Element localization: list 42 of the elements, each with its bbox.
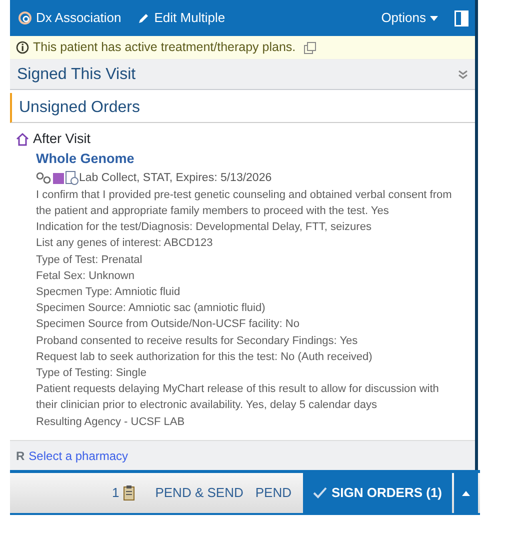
detail-text: Specmen Type: Amniotic fluid [36, 284, 182, 300]
section-header[interactable]: Unsigned Orders [10, 93, 475, 123]
house-icon [16, 132, 29, 146]
copy-icon[interactable] [304, 42, 316, 54]
detail-text: I confirm that I provided pre-test genetic counseling and obtained verbal consent from the patient and appropriate family members to proceed with the test. Yes [36, 188, 453, 219]
pencil-icon [137, 12, 150, 24]
options-dropdown[interactable]: Options [381, 8, 438, 28]
detail-text: Specimen Source: Amniotic sac (amniotic fluid) [36, 301, 266, 316]
banner-text: This patient has active treatment/therapy plans. [33, 39, 296, 56]
detail-text: Request lab to seek authorization for this the test: No (Auth received) [36, 350, 374, 365]
detail-text: Patient requests delaying MyChart release of this result to allow for discussion with their clinician prior to electronic availability. Yes, delay 5 calendar days [36, 382, 440, 414]
document-icon [65, 171, 79, 186]
detail-text: Type of Testing: Single [36, 366, 148, 381]
order-name[interactable]: Whole Genome [36, 149, 475, 170]
circles-icon [36, 172, 52, 184]
detail-text: Proband consented to receive results for Secondary Findings: Yes [36, 334, 359, 349]
order-summary: Lab Collect, STAT, Expires: 5/13/2026 [79, 170, 272, 186]
check-icon [313, 487, 328, 499]
detail-text: List any genes of interest: ABCD123 [36, 236, 214, 252]
info-icon [16, 41, 29, 54]
group-title: After Visit [33, 130, 91, 148]
sign-orders-button[interactable]: SIGN ORDERS (1) [303, 473, 452, 513]
pend-send-button[interactable]: PEND & SEND [149, 483, 250, 503]
link-circles-icon [18, 11, 32, 25]
pend-button[interactable]: PEND [249, 483, 298, 503]
section-header[interactable]: Signed This Visit [10, 60, 475, 90]
toolbar-button[interactable]: Edit Multiple [137, 8, 226, 28]
detail-text: Type of Test: Prenatal [36, 252, 144, 268]
pharmacy-link[interactable]: Select a pharmacy [28, 446, 128, 464]
toolbar-button[interactable]: Dx Association [18, 8, 122, 28]
detail-text: Specimen Source from Outside/Non-UCSF facility: No [36, 317, 300, 332]
caret-icon [430, 16, 438, 20]
clipboard-icon [123, 485, 136, 501]
caret-up-icon [462, 490, 470, 496]
detail-text: Indication for the test/Diagnosis: Developmental Delay, FTT, seizures [36, 220, 372, 236]
expand-button[interactable] [454, 473, 478, 513]
rx-symbol: R [16, 448, 25, 464]
detail-text: Resulting Agency - UCSF LAB [36, 414, 186, 430]
order-count[interactable]: 1 [106, 483, 142, 503]
detail-text: Fetal Sex: Unknown [36, 268, 136, 284]
panel-toggle-icon[interactable] [454, 10, 469, 26]
square-icon [52, 172, 65, 184]
